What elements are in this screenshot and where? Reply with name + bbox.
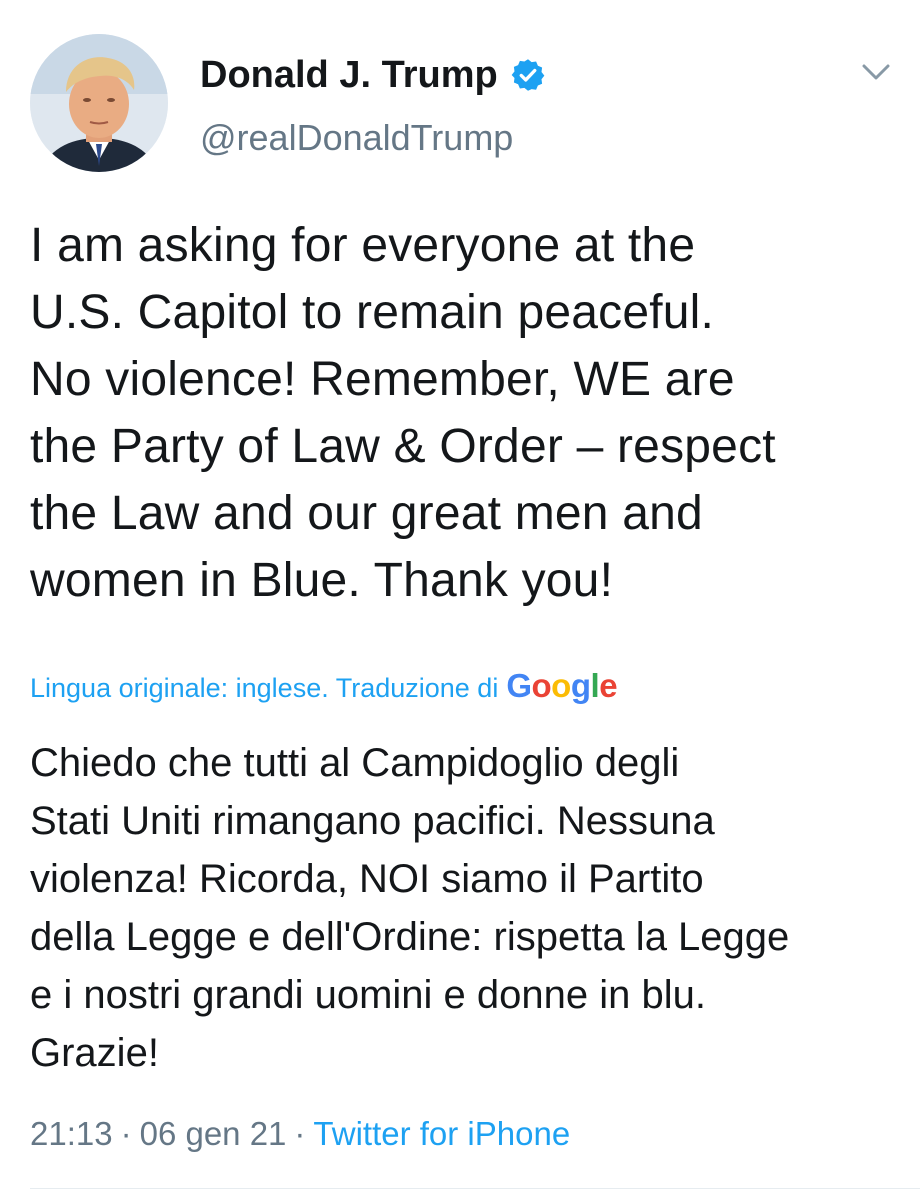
google-letter: o bbox=[551, 667, 571, 704]
tweet-text: I am asking for everyone at the U.S. Cap… bbox=[30, 212, 900, 614]
google-letter: o bbox=[531, 667, 552, 704]
tweet-source-link[interactable]: Twitter for iPhone bbox=[313, 1115, 570, 1152]
divider bbox=[30, 1188, 920, 1189]
google-logo: Google bbox=[506, 667, 617, 704]
tweet-metadata: 21:13 · 06 gen 21 · Twitter for iPhone bbox=[30, 1112, 570, 1156]
profile-photo-icon bbox=[30, 34, 168, 172]
meta-separator: · bbox=[120, 1115, 132, 1152]
google-letter: g bbox=[570, 667, 591, 704]
translated-text-line: Grazie! bbox=[30, 1031, 159, 1075]
tweet-card: Donald J. Trump @realDonaldTrump I am as… bbox=[0, 0, 920, 1200]
translated-tweet-text: Chiedo che tutti al Campidoglio degli St… bbox=[30, 734, 910, 1082]
tweet-text-line: I am asking for everyone at the bbox=[30, 219, 696, 272]
meta-separator: · bbox=[294, 1115, 306, 1152]
avatar[interactable] bbox=[30, 34, 168, 172]
translated-text-line: e i nostri grandi uomini e donne in blu. bbox=[30, 973, 706, 1017]
chevron-down-icon[interactable] bbox=[860, 60, 892, 84]
translated-text-line: della Legge e dell'Ordine: rispetta la L… bbox=[30, 915, 790, 959]
tweet-text-line: U.S. Capitol to remain peaceful. bbox=[30, 286, 715, 339]
tweet-date[interactable]: 06 gen 21 bbox=[140, 1115, 287, 1152]
user-handle[interactable]: @realDonaldTrump bbox=[200, 116, 513, 160]
translation-notice-text[interactable]: Lingua originale: inglese. Traduzione di bbox=[30, 673, 498, 703]
tweet-time[interactable]: 21:13 bbox=[30, 1115, 113, 1152]
tweet-text-line: the Party of Law & Order – respect bbox=[30, 420, 776, 473]
google-letter: e bbox=[599, 667, 618, 704]
google-letter: G bbox=[506, 667, 532, 704]
google-letter: l bbox=[590, 667, 600, 704]
verified-badge-icon bbox=[511, 59, 545, 91]
tweet-text-line: the Law and our great men and bbox=[30, 487, 703, 540]
tweet-text-line: No violence! Remember, WE are bbox=[30, 353, 735, 406]
author-name-row[interactable]: Donald J. Trump bbox=[200, 52, 546, 98]
translated-text-line: Stati Uniti rimangano pacifici. Nessuna bbox=[30, 799, 715, 843]
translated-text-line: Chiedo che tutti al Campidoglio degli bbox=[30, 741, 680, 785]
translated-text-line: violenza! Ricorda, NOI siamo il Partito bbox=[30, 857, 704, 901]
translation-notice[interactable]: Lingua originale: inglese. Traduzione di… bbox=[30, 666, 618, 708]
tweet-text-line: women in Blue. Thank you! bbox=[30, 554, 614, 607]
display-name[interactable]: Donald J. Trump bbox=[200, 52, 498, 98]
